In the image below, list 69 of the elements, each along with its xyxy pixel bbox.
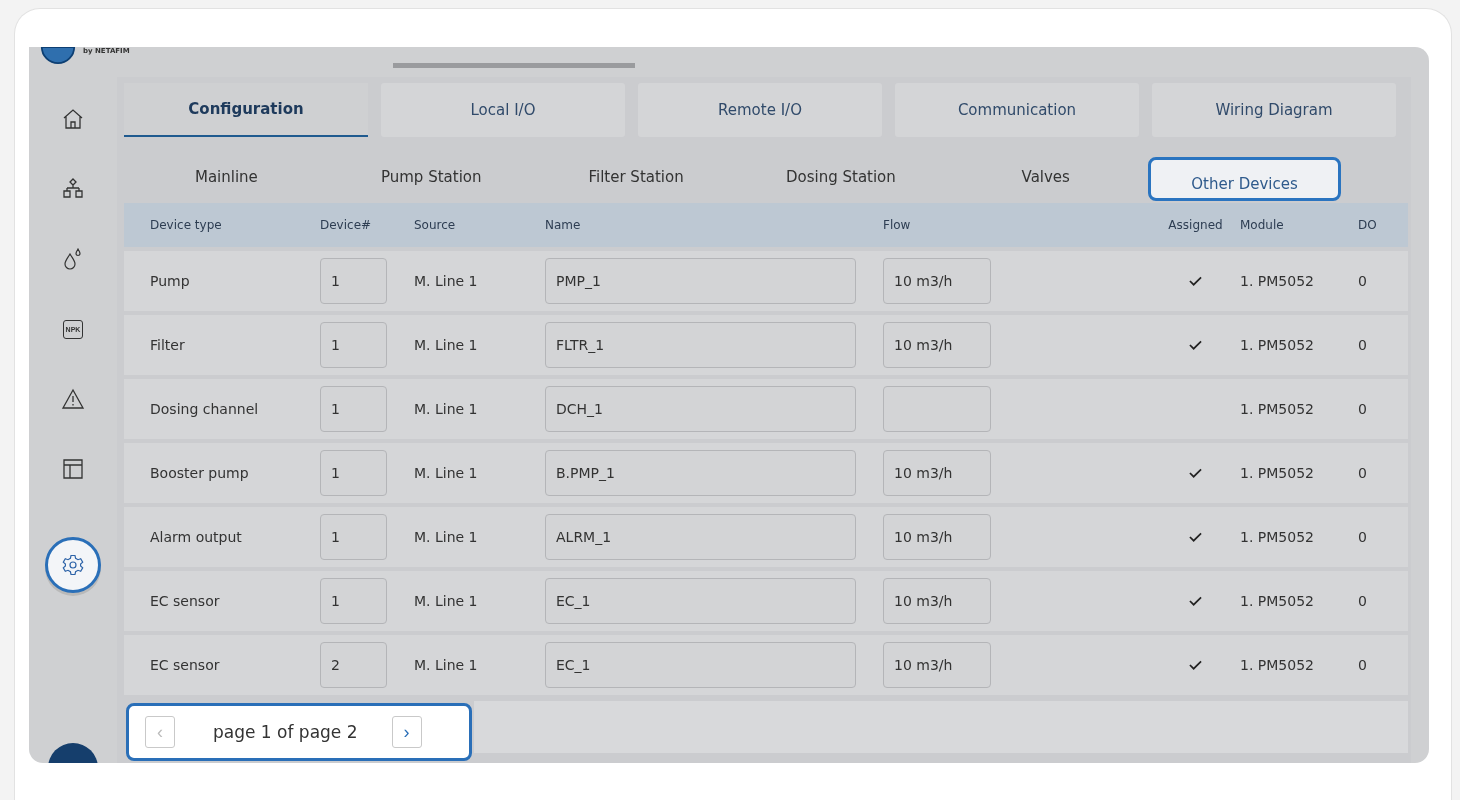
source-cell-text: M. Line 1	[414, 657, 479, 673]
name-field[interactable]: DCH_1	[545, 386, 856, 432]
do-cell-text: 0	[1358, 657, 1368, 673]
name-field[interactable]: EC_1	[545, 578, 856, 624]
subtab[interactable]: Filter Station	[533, 157, 739, 201]
subtab[interactable]: Mainline	[124, 157, 329, 201]
device-number-field[interactable]: 1	[320, 450, 387, 496]
column-header: Module	[1240, 218, 1285, 232]
subtab[interactable]: Valves	[943, 157, 1149, 201]
device-type-cell-text: EC sensor	[150, 657, 221, 673]
module-cell-text: 1. PM5052	[1240, 273, 1315, 289]
device-type-cell-text: Booster pump	[150, 465, 250, 481]
device-type-cell-text: Filter	[150, 337, 186, 353]
do-cell-text: 0	[1358, 529, 1368, 545]
module-cell-text: 1. PM5052	[1240, 337, 1315, 353]
module-cell-text: 1. PM5052	[1240, 529, 1315, 545]
do-cell-text: 0	[1358, 337, 1368, 353]
column-header: Flow	[883, 218, 912, 232]
column-header: Assigned	[1167, 218, 1224, 232]
tab[interactable]: Wiring Diagram	[1152, 83, 1396, 137]
tab[interactable]: Remote I/O	[638, 83, 882, 137]
device-number-field[interactable]: 2	[320, 642, 387, 688]
device-number-field[interactable]: 1	[320, 258, 387, 304]
source-cell-text: M. Line 1	[414, 401, 479, 417]
flow-field[interactable]: 10 m3/h	[883, 578, 991, 624]
device-type-cell-text: Pump	[150, 273, 191, 289]
tab[interactable]: Communication	[895, 83, 1139, 137]
source-cell-text: M. Line 1	[414, 273, 479, 289]
device-number-field[interactable]: 1	[320, 578, 387, 624]
name-field[interactable]: EC_1	[545, 642, 856, 688]
do-cell-text: 0	[1358, 593, 1368, 609]
tab[interactable]: Local I/O	[381, 83, 625, 137]
device-type-cell-text: EC sensor	[150, 593, 221, 609]
next-page-button[interactable]: ›	[391, 716, 422, 748]
source-cell-text: M. Line 1	[414, 593, 479, 609]
column-header: DO	[1358, 218, 1378, 232]
flow-field[interactable]: 10 m3/h	[883, 322, 991, 368]
column-header: Device#	[320, 218, 373, 232]
module-cell-text: 1. PM5052	[1240, 657, 1315, 673]
do-cell-text: 0	[1358, 465, 1368, 481]
module-cell-text: 1. PM5052	[1240, 593, 1315, 609]
column-header: Name	[545, 218, 582, 232]
subtab[interactable]: Dosing Station	[738, 157, 944, 201]
flow-field[interactable]: 10 m3/h	[883, 258, 991, 304]
source-cell-text: M. Line 1	[414, 529, 479, 545]
flow-field[interactable]: 10 m3/h	[883, 642, 991, 688]
device-number-field[interactable]: 1	[320, 386, 387, 432]
name-field[interactable]: PMP_1	[545, 258, 856, 304]
flow-field[interactable]: 10 m3/h	[883, 450, 991, 496]
name-field[interactable]: B.PMP_1	[545, 450, 856, 496]
source-cell-text: M. Line 1	[414, 465, 479, 481]
module-cell-text: 1. PM5052	[1240, 401, 1315, 417]
name-field[interactable]: ALRM_1	[545, 514, 856, 560]
module-cell-text: 1. PM5052	[1240, 465, 1315, 481]
flow-field[interactable]: 10 m3/h	[883, 514, 991, 560]
subtab[interactable]: Pump Station	[328, 157, 534, 201]
page-indicator: page 1 of page 2	[213, 722, 358, 742]
do-cell-text: 0	[1358, 401, 1368, 417]
name-field[interactable]: FLTR_1	[545, 322, 856, 368]
device-type-cell-text: Alarm output	[150, 529, 243, 545]
tab[interactable]: Configuration	[124, 83, 368, 137]
subtab[interactable]: Other Devices	[1148, 157, 1341, 201]
device-number-field[interactable]: 1	[320, 514, 387, 560]
do-cell-text: 0	[1358, 273, 1368, 289]
column-header: Device type	[150, 218, 223, 232]
source-cell-text: M. Line 1	[414, 337, 479, 353]
device-type-cell-text: Dosing channel	[150, 401, 260, 417]
device-number-field[interactable]: 1	[320, 322, 387, 368]
column-header: Source	[414, 218, 457, 232]
